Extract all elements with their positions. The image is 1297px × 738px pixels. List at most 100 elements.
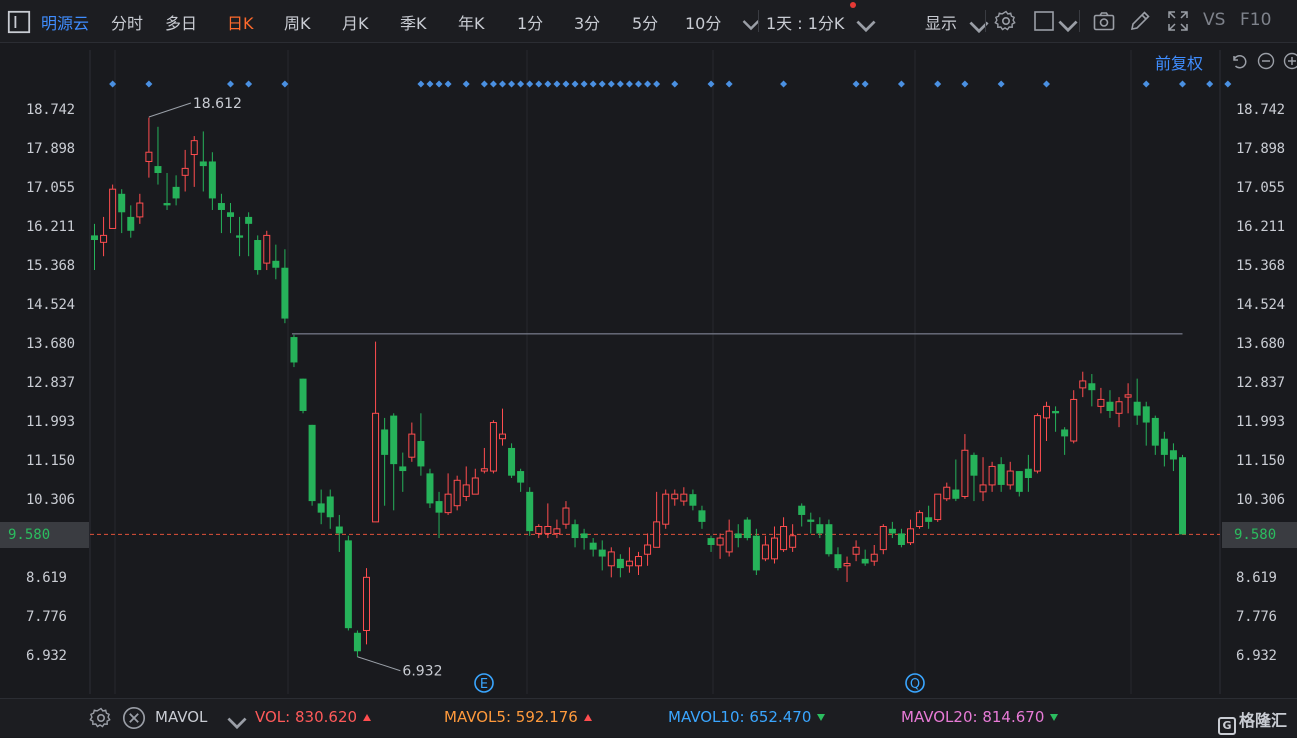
candlestick-chart[interactable]: 18.6126.932EQ (0, 42, 1297, 698)
stock-name-link[interactable]: 明源云 (41, 10, 89, 34)
chart-style-square-icon[interactable] (1032, 9, 1056, 33)
mavol20-value: 814.670 (982, 708, 1044, 726)
candle-body-down (354, 633, 361, 651)
settings-gear-icon[interactable] (994, 9, 1018, 33)
price-tick-label: 10.306 (1236, 492, 1285, 508)
candle-body-up (781, 527, 787, 550)
price-tick-label: 8.619 (26, 570, 67, 586)
chart-style-chevron-icon[interactable] (1056, 13, 1070, 27)
candle-body-down (1025, 469, 1032, 478)
vol-label: VOL: (255, 708, 290, 726)
price-tick-label: 12.837 (1236, 375, 1285, 391)
more-periods-chevron-icon[interactable] (739, 12, 755, 28)
candle-body-up (717, 538, 723, 545)
candle-body-down (526, 492, 533, 531)
candle-body-down (309, 425, 316, 501)
sidebar-toggle-icon[interactable] (7, 10, 27, 30)
tab-3min[interactable]: 3分 (574, 10, 600, 34)
f10-button[interactable]: F10 (1240, 10, 1271, 30)
indicator-settings-gear-icon[interactable] (89, 706, 109, 726)
candle-body-up (454, 480, 460, 505)
candle-body-down (735, 533, 742, 538)
candle-body-up (536, 527, 542, 534)
price-tick-label: 11.150 (1236, 453, 1285, 469)
event-marker-diamond (644, 81, 651, 88)
event-marker-diamond (862, 81, 869, 88)
candle-body-down (245, 217, 252, 224)
candle-body-up (1116, 402, 1122, 414)
event-marker-diamond (426, 81, 433, 88)
price-tick-label: 14.524 (1236, 297, 1285, 313)
candle-body-down (318, 503, 325, 512)
event-marker-diamond (1206, 81, 1213, 88)
candle-body-down (218, 203, 225, 210)
fullscreen-expand-icon[interactable] (1166, 9, 1190, 33)
tab-intraday[interactable]: 分时 (111, 10, 143, 34)
candle-body-up (463, 485, 469, 497)
tab-10min[interactable]: 10分 (685, 10, 721, 34)
candle-body-down (236, 235, 243, 237)
candle-body-down (1134, 402, 1141, 416)
candle-body-down (898, 533, 905, 545)
indicator-close-icon[interactable] (122, 706, 142, 726)
tab-monthly-k[interactable]: 月K (342, 10, 369, 34)
pencil-draw-icon[interactable] (1128, 9, 1152, 33)
candle-body-down (816, 524, 823, 533)
max-price-label: 18.612 (193, 96, 242, 112)
indicator-chevron-icon[interactable] (225, 710, 239, 724)
candle-body-up (944, 487, 950, 499)
price-tick-label: 6.932 (26, 648, 67, 664)
interval-select[interactable]: 1天 : 1分K (766, 10, 844, 34)
candle-body-down (1179, 457, 1186, 534)
candle-body-down (517, 471, 524, 483)
event-marker-diamond (780, 81, 787, 88)
event-marker-diamond (445, 81, 452, 88)
price-tick-label: 16.211 (26, 219, 75, 235)
watermark-logo: G格隆汇 (1218, 707, 1287, 735)
candle-body-down (807, 520, 814, 522)
candle-body-up (917, 513, 923, 527)
tab-quarterly-k[interactable]: 季K (400, 10, 427, 34)
event-badge-label: Q (910, 677, 920, 692)
interval-chevron-icon[interactable] (854, 13, 868, 27)
tab-daily-k[interactable]: 日K (227, 10, 254, 34)
event-marker-diamond (145, 81, 152, 88)
price-tick-label: 12.837 (26, 375, 75, 391)
candle-body-down (798, 506, 805, 515)
tab-5min[interactable]: 5分 (632, 10, 658, 34)
candle-body-down (417, 441, 424, 466)
notification-dot (850, 2, 856, 8)
tab-multi-day[interactable]: 多日 (165, 10, 197, 34)
candle-body-down (1152, 418, 1159, 446)
tab-yearly-k[interactable]: 年K (458, 10, 485, 34)
down-arrow-icon (1050, 714, 1058, 721)
vs-compare-button[interactable]: VS (1203, 10, 1225, 30)
tab-weekly-k[interactable]: 周K (284, 10, 311, 34)
camera-icon[interactable] (1092, 9, 1116, 33)
candle-body-up (1125, 395, 1131, 397)
candle-body-up (935, 494, 941, 519)
mavol5-readout: MAVOL5: 592.176 (444, 708, 592, 726)
candle-body-down (173, 187, 180, 199)
candle-body-down (281, 268, 288, 319)
candle-body-down (300, 379, 307, 411)
price-tick-label: 17.055 (26, 180, 75, 196)
candle-body-up (1098, 399, 1104, 406)
tab-1min[interactable]: 1分 (517, 10, 543, 34)
candle-body-up (853, 547, 859, 554)
display-menu[interactable]: 显示 (925, 10, 957, 34)
mavol10-label: MAVOL10: (668, 708, 745, 726)
event-marker-diamond (1143, 81, 1150, 88)
price-tick-label: 8.619 (1236, 570, 1277, 586)
price-tick-label: 11.150 (26, 453, 75, 469)
indicator-name-select[interactable]: MAVOL (155, 708, 207, 726)
candle-body-up (1034, 416, 1040, 471)
display-chevron-icon[interactable] (967, 14, 980, 27)
event-marker-diamond (653, 81, 660, 88)
watermark-text: 格隆汇 (1239, 711, 1287, 730)
mavol20-readout: MAVOL20: 814.670 (901, 708, 1058, 726)
min-price-label: 6.932 (402, 664, 442, 680)
event-marker-diamond (635, 81, 642, 88)
candle-body-up (790, 536, 796, 548)
price-tick-label: 17.898 (1236, 141, 1285, 157)
